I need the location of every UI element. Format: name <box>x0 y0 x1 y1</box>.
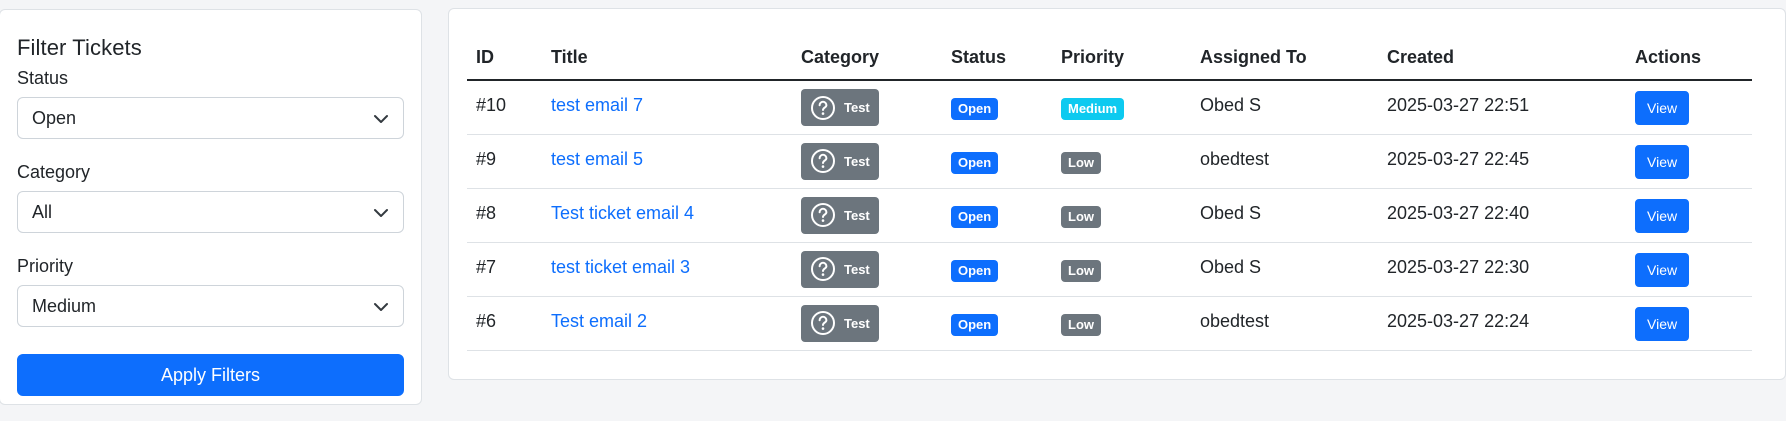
table-row: #10 test email 7 Test Open Medium Obed S… <box>467 80 1752 135</box>
ticket-id: #9 <box>467 134 542 189</box>
ticket-id: #8 <box>467 188 542 243</box>
category-select[interactable]: All <box>17 191 404 233</box>
priority-badge: Low <box>1061 313 1101 336</box>
priority-label: Priority <box>17 256 74 276</box>
column-header-created[interactable]: Created <box>1378 35 1626 81</box>
status-select[interactable]: Open <box>17 97 404 139</box>
column-header-category[interactable]: Category <box>792 35 942 81</box>
column-header-status[interactable]: Status <box>942 35 1052 81</box>
created-date: 2025-03-27 22:24 <box>1378 296 1626 351</box>
ticket-title-link[interactable]: test ticket email 3 <box>551 257 690 277</box>
category-badge-label: Test <box>844 261 870 277</box>
category-badge: Test <box>801 142 879 180</box>
assigned-to: obedtest <box>1191 296 1378 351</box>
page: Filter Tickets Status Open Category All … <box>0 0 1786 421</box>
status-badge: Open <box>951 259 999 282</box>
question-circle-icon <box>811 257 835 281</box>
view-button[interactable]: View <box>1635 91 1690 125</box>
filter-card: Filter Tickets Status Open Category All … <box>0 9 422 405</box>
assigned-to: Obed S <box>1191 242 1378 297</box>
category-label: Category <box>17 162 91 182</box>
assigned-to: obedtest <box>1191 134 1378 189</box>
category-badge-label: Test <box>844 100 870 115</box>
ticket-title-link[interactable]: test email 7 <box>551 95 643 115</box>
view-button[interactable]: View <box>1635 252 1690 287</box>
priority-badge: Low <box>1061 259 1101 282</box>
chevron-down-icon <box>374 115 388 123</box>
column-header-id[interactable]: ID <box>467 35 542 81</box>
tickets-table: ID Title Category Status Priority Assign… <box>467 35 1752 351</box>
apply-filters-button[interactable]: Apply Filters <box>17 354 404 396</box>
status-badge: Open <box>951 98 999 120</box>
priority-badge: Medium <box>1061 98 1125 120</box>
table-row: #8 Test ticket email 4 Test Open Low Obe… <box>467 188 1752 243</box>
table-row: #7 test ticket email 3 Test Open Low Obe… <box>467 242 1752 297</box>
category-badge-label: Test <box>844 315 870 331</box>
status-select-value: Open <box>32 107 77 128</box>
category-badge: Test <box>801 89 879 126</box>
ticket-id: #6 <box>467 296 542 351</box>
category-badge: Test <box>801 250 879 288</box>
question-circle-icon <box>811 95 835 120</box>
view-button[interactable]: View <box>1635 144 1690 179</box>
filter-title: Filter Tickets <box>17 35 142 60</box>
table-row: #9 test email 5 Test Open Low obedtest 2… <box>467 134 1752 189</box>
question-circle-icon <box>811 311 835 335</box>
status-badge: Open <box>951 313 999 336</box>
category-badge-label: Test <box>844 153 870 169</box>
column-header-priority[interactable]: Priority <box>1052 35 1191 81</box>
priority-select[interactable]: Medium <box>17 285 404 327</box>
assigned-to: Obed S <box>1191 80 1378 135</box>
tickets-card: ID Title Category Status Priority Assign… <box>448 8 1786 380</box>
view-button[interactable]: View <box>1635 306 1690 341</box>
assigned-to: Obed S <box>1191 188 1378 243</box>
question-circle-icon <box>811 203 835 227</box>
category-badge-label: Test <box>844 207 870 223</box>
chevron-down-icon <box>374 303 388 311</box>
priority-badge: Low <box>1061 205 1101 228</box>
category-badge: Test <box>801 304 879 342</box>
status-badge: Open <box>951 151 999 174</box>
view-button[interactable]: View <box>1635 198 1690 233</box>
created-date: 2025-03-27 22:40 <box>1378 188 1626 243</box>
ticket-title-link[interactable]: test email 5 <box>551 149 643 169</box>
question-circle-icon <box>811 149 835 173</box>
status-badge: Open <box>951 205 999 228</box>
chevron-down-icon <box>374 209 388 217</box>
created-date: 2025-03-27 22:51 <box>1378 80 1626 135</box>
status-label: Status <box>17 68 69 88</box>
priority-badge: Low <box>1061 151 1101 174</box>
table-row: #6 Test email 2 Test Open Low obedtest 2… <box>467 296 1752 351</box>
created-date: 2025-03-27 22:30 <box>1378 242 1626 297</box>
ticket-title-link[interactable]: Test email 2 <box>551 311 647 331</box>
table-header-row: ID Title Category Status Priority Assign… <box>467 35 1752 81</box>
priority-select-value: Medium <box>32 295 97 316</box>
column-header-assigned-to[interactable]: Assigned To <box>1191 35 1378 81</box>
created-date: 2025-03-27 22:45 <box>1378 134 1626 189</box>
column-header-title[interactable]: Title <box>542 35 792 81</box>
column-header-actions: Actions <box>1626 35 1752 81</box>
category-select-value: All <box>32 201 53 222</box>
ticket-id: #10 <box>467 80 542 135</box>
ticket-title-link[interactable]: Test ticket email 4 <box>551 203 694 223</box>
category-badge: Test <box>801 196 879 234</box>
ticket-id: #7 <box>467 242 542 297</box>
